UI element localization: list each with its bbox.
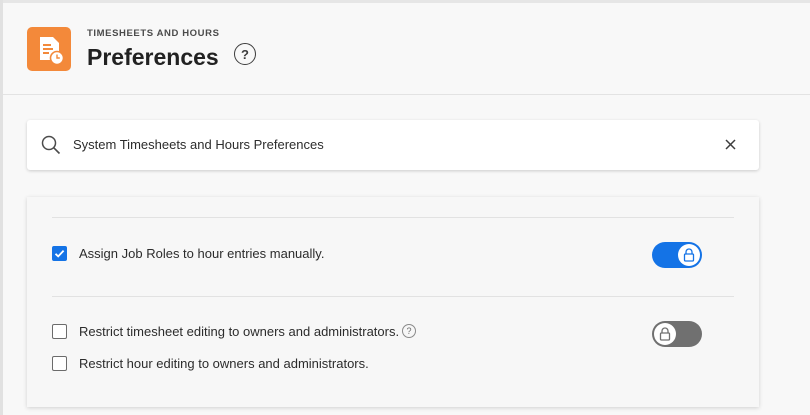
search-bar[interactable]: System Timesheets and Hours Preferences [27, 120, 759, 170]
restrict-timesheet-toggle[interactable] [652, 321, 702, 347]
search-input[interactable]: System Timesheets and Hours Preferences [73, 137, 324, 152]
restrict-hour-label: Restrict hour editing to owners and admi… [79, 356, 369, 371]
divider [52, 217, 734, 218]
help-icon[interactable]: ? [402, 324, 416, 338]
close-icon[interactable] [724, 138, 738, 157]
search-icon [41, 135, 61, 160]
page-title: Preferences [87, 44, 219, 70]
timesheet-clock-icon [27, 27, 71, 71]
toggle-knob [678, 244, 700, 266]
page-header: TIMESHEETS AND HOURS Preferences ? [3, 3, 810, 95]
help-icon[interactable]: ? [234, 43, 256, 65]
assign-job-roles-checkbox[interactable] [52, 246, 67, 261]
lock-icon [659, 327, 671, 341]
restrict-timesheet-label: Restrict timesheet editing to owners and… [79, 324, 400, 339]
toggle-knob [654, 323, 676, 345]
assign-job-roles-label: Assign Job Roles to hour entries manuall… [79, 246, 325, 261]
preferences-panel: Assign Job Roles to hour entries manuall… [27, 197, 759, 407]
lock-icon [683, 248, 695, 262]
assign-job-roles-toggle[interactable] [652, 242, 702, 268]
divider [52, 296, 734, 297]
restrict-timesheet-checkbox[interactable] [52, 324, 67, 339]
section-overline: TIMESHEETS AND HOURS [87, 28, 220, 39]
restrict-hour-checkbox[interactable] [52, 356, 67, 371]
